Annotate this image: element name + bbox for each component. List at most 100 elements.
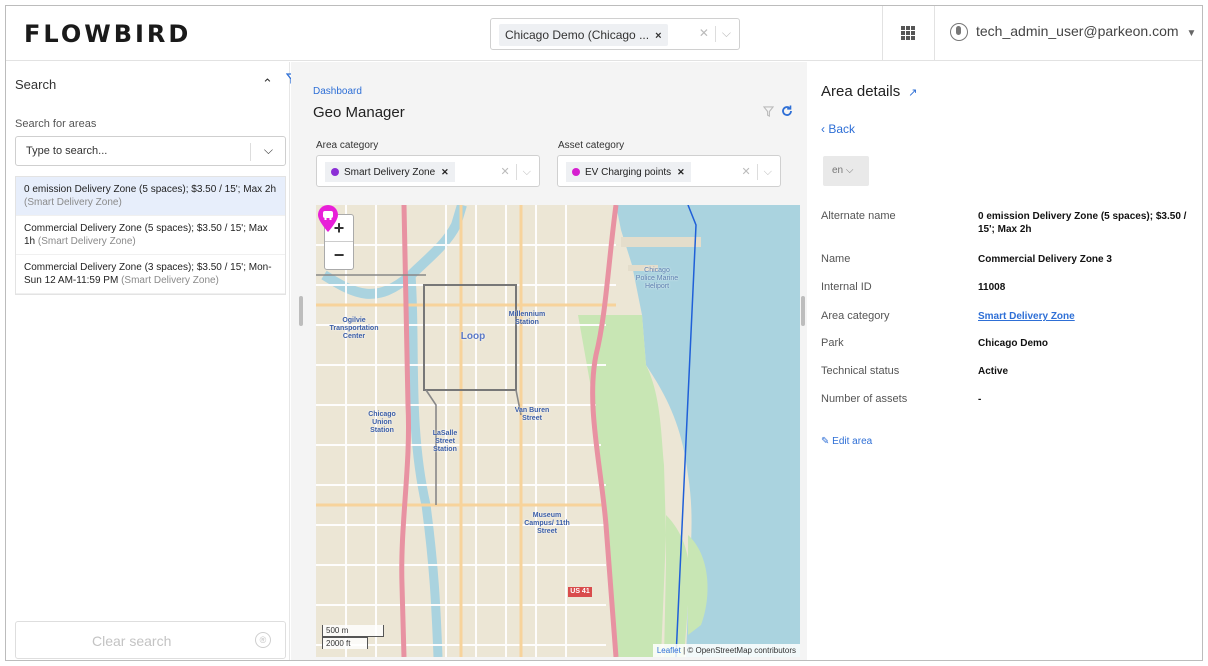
user-email: tech_admin_user@parkeon.com bbox=[976, 23, 1179, 39]
divider bbox=[714, 26, 716, 42]
area-category-select[interactable]: Smart Delivery Zone ✕ ✕ ⌵ bbox=[316, 155, 540, 187]
asset-category-tag: EV Charging points ✕ bbox=[566, 162, 691, 182]
asset-category-select[interactable]: EV Charging points ✕ ✕ ⌵ bbox=[557, 155, 781, 187]
apps-grid-icon[interactable] bbox=[901, 26, 915, 40]
edit-area-button[interactable]: ✎ Edit area bbox=[821, 436, 872, 447]
area-category-tag: Smart Delivery Zone ✕ bbox=[325, 162, 455, 182]
chevron-left-icon: ‹ bbox=[821, 122, 825, 136]
park-chip: Chicago Demo (Chicago ... × bbox=[499, 24, 668, 46]
back-label: Back bbox=[828, 122, 856, 136]
park-selector[interactable]: Chicago Demo (Chicago ... × ✕ ⌵ bbox=[490, 18, 740, 50]
search-panel: Search ⌃ Search for areas Type to search… bbox=[6, 62, 290, 660]
list-item[interactable]: Commercial Delivery Zone (3 spaces); $3.… bbox=[16, 255, 285, 294]
chevron-down-icon[interactable]: ⌵ bbox=[764, 166, 772, 178]
caret-down-icon[interactable]: ▼ bbox=[1187, 28, 1197, 39]
breadcrumb[interactable]: Dashboard bbox=[313, 86, 362, 97]
chevron-down-icon[interactable]: ⌵ bbox=[523, 166, 531, 178]
asset-category-value: EV Charging points bbox=[585, 167, 672, 178]
clear-search-icon: ® bbox=[255, 632, 271, 648]
asset-category-label: Asset category bbox=[558, 140, 625, 151]
tag-remove-icon[interactable]: ✕ bbox=[441, 167, 449, 177]
select-tools: ✕ ⌵ bbox=[741, 164, 772, 180]
chevron-up-icon[interactable]: ⌃ bbox=[262, 76, 273, 92]
area-details-panel: Area details ↗ ‹ Back en ⌵ Alternate name… bbox=[808, 62, 1202, 660]
page-title: Geo Manager bbox=[313, 104, 405, 121]
detail-value: Chicago Demo bbox=[978, 338, 1049, 349]
header-divider bbox=[934, 6, 935, 61]
external-link-icon[interactable]: ↗ bbox=[908, 87, 917, 99]
detail-value: Active bbox=[978, 366, 1009, 377]
ev-charging-pin-icon[interactable] bbox=[316, 205, 340, 233]
map-label-us41: US 41 bbox=[568, 587, 592, 597]
result-category: (Smart Delivery Zone) bbox=[121, 275, 219, 286]
clear-icon[interactable]: ✕ bbox=[500, 166, 509, 178]
list-item[interactable]: 0 emission Delivery Zone (5 spaces); $3.… bbox=[16, 177, 285, 216]
map-view[interactable]: + − Millennium Station Ogilvie Transport… bbox=[316, 205, 800, 657]
area-category-link[interactable]: Smart Delivery Zone bbox=[978, 310, 1202, 323]
search-placeholder: Type to search... bbox=[26, 145, 108, 157]
zoom-out-button[interactable]: − bbox=[325, 242, 353, 269]
list-item[interactable]: Commercial Delivery Zone (5 spaces); $3.… bbox=[16, 216, 285, 255]
map-label-police-marine: Chicago Police Marine Heliport bbox=[635, 267, 679, 290]
user-menu[interactable]: tech_admin_user@parkeon.com ▼ bbox=[950, 23, 1197, 42]
map-label-museum-campus: Museum Campus/ 11th Street bbox=[524, 512, 570, 535]
refresh-icon[interactable] bbox=[781, 105, 793, 120]
clear-search-button[interactable]: Clear search ® bbox=[15, 621, 286, 659]
scale-meters: 500 m bbox=[322, 625, 384, 637]
area-category-value: Smart Delivery Zone bbox=[344, 167, 436, 178]
leaflet-link[interactable]: Leaflet bbox=[657, 646, 681, 655]
park-chip-label: Chicago Demo (Chicago ... bbox=[505, 28, 650, 42]
top-header: FLOWBIRD Chicago Demo (Chicago ... × ✕ ⌵ t… bbox=[6, 6, 1202, 61]
divider bbox=[756, 164, 758, 180]
detail-value: Commercial Delivery Zone 3 bbox=[978, 254, 1112, 265]
tag-remove-icon[interactable]: ✕ bbox=[677, 167, 685, 177]
detail-value: - bbox=[978, 394, 982, 405]
right-resize-handle[interactable] bbox=[801, 296, 805, 326]
clear-icon[interactable]: ✕ bbox=[699, 26, 709, 40]
map-label-loop: Loop bbox=[460, 331, 486, 342]
search-results-list: 0 emission Delivery Zone (5 spaces); $3.… bbox=[15, 176, 286, 295]
scale-feet: 2000 ft bbox=[322, 637, 368, 649]
map-label-millennium: Millennium Station bbox=[508, 311, 546, 326]
clear-search-label: Clear search bbox=[92, 633, 172, 649]
left-resize-handle[interactable] bbox=[299, 296, 303, 326]
chevron-down-icon[interactable]: ⌵ bbox=[722, 26, 731, 40]
map-label-ogilvie: Ogilvie Transportation Center bbox=[329, 317, 379, 340]
map-label-lasalle: LaSalle Street Station bbox=[432, 430, 458, 453]
select-tools: ✕ ⌵ bbox=[500, 164, 531, 180]
result-name: 0 emission Delivery Zone (5 spaces); $3.… bbox=[24, 184, 277, 195]
geo-manager-panel: Dashboard Geo Manager Area category Smar… bbox=[291, 62, 807, 660]
app-window: FLOWBIRD Chicago Demo (Chicago ... × ✕ ⌵ t… bbox=[5, 5, 1203, 661]
header-divider bbox=[882, 6, 883, 61]
map-label-union-station: Chicago Union Station bbox=[368, 411, 396, 434]
flowbird-logo[interactable]: FLOWBIRD bbox=[24, 20, 191, 48]
detail-value: 11008 bbox=[978, 282, 1006, 293]
area-details-title: Area details ↗ bbox=[821, 83, 917, 100]
detail-value: 0 emission Delivery Zone (5 spaces); $3.… bbox=[978, 211, 1187, 235]
detail-key: Internal ID bbox=[821, 281, 872, 293]
detail-key: Name bbox=[821, 253, 851, 265]
detail-key: Area category bbox=[821, 310, 890, 322]
map-tools bbox=[762, 105, 793, 120]
chip-remove-icon[interactable]: × bbox=[655, 30, 661, 42]
detail-key: Number of assets bbox=[821, 393, 908, 405]
back-button[interactable]: ‹ Back bbox=[821, 122, 855, 136]
user-avatar-icon bbox=[950, 23, 968, 42]
filter-icon[interactable] bbox=[762, 106, 777, 120]
detail-key: Technical status bbox=[821, 365, 900, 377]
divider bbox=[250, 143, 251, 161]
category-color-dot bbox=[331, 168, 339, 176]
area-category-label: Area category bbox=[316, 140, 379, 151]
result-category: (Smart Delivery Zone) bbox=[24, 197, 122, 208]
detail-key: Alternate name bbox=[821, 210, 896, 222]
search-label: Search for areas bbox=[15, 118, 97, 130]
edit-area-label: Edit area bbox=[832, 436, 873, 447]
clear-icon[interactable]: ✕ bbox=[741, 166, 750, 178]
result-category: (Smart Delivery Zone) bbox=[37, 236, 136, 247]
park-selector-tools: ✕ ⌵ bbox=[699, 26, 731, 42]
language-select[interactable]: en ⌵ bbox=[823, 156, 869, 186]
category-color-dot bbox=[572, 168, 580, 176]
chevron-down-icon[interactable]: ⌵ bbox=[264, 143, 273, 158]
area-search-input[interactable]: Type to search... ⌵ bbox=[15, 136, 286, 166]
area-details-heading: Area details bbox=[821, 83, 901, 100]
